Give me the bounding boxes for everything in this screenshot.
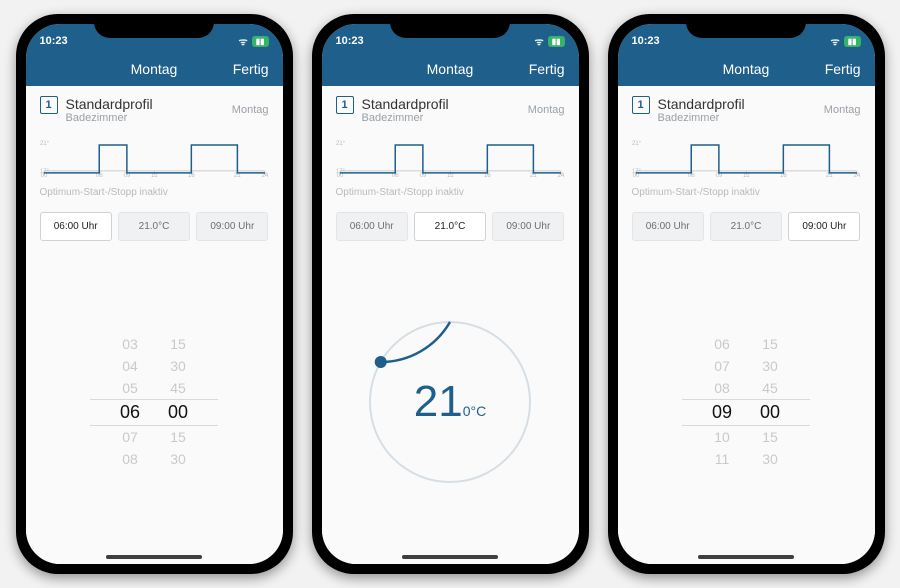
temperature-dial[interactable]: 210°C bbox=[365, 317, 535, 487]
time-wheel-picker[interactable]: 060708091011 153045001530 bbox=[712, 336, 780, 467]
schedule-chart: 21° 17° 00060912162124 bbox=[336, 130, 565, 178]
notch bbox=[94, 14, 214, 38]
segment-tab-1[interactable]: 21.0°C bbox=[414, 212, 486, 241]
svg-text:12: 12 bbox=[743, 173, 750, 178]
segment-tab-0[interactable]: 06:00 Uhr bbox=[336, 212, 408, 241]
profile-title: Standardprofil bbox=[362, 96, 520, 112]
wifi-icon: ᯤ bbox=[239, 34, 248, 48]
segment-tab-2[interactable]: 09:00 Uhr bbox=[492, 212, 564, 241]
profile-title: Standardprofil bbox=[66, 96, 224, 112]
svg-text:21: 21 bbox=[234, 173, 241, 178]
svg-text:16: 16 bbox=[780, 173, 787, 178]
nav-bar: Montag Fertig bbox=[618, 52, 875, 86]
profile-number-badge: 1 bbox=[632, 96, 650, 114]
nav-title: Montag bbox=[427, 61, 474, 77]
time-wheel-picker[interactable]: 030405060708 153045001530 bbox=[120, 336, 188, 467]
schedule-chart: 21° 17° 00060912162124 bbox=[632, 130, 861, 178]
status-time: 10:23 bbox=[336, 35, 364, 47]
svg-text:00: 00 bbox=[40, 173, 47, 178]
wheel-minutes[interactable]: 153045001530 bbox=[760, 336, 780, 467]
profile-header: 1 Standardprofil Badezimmer Montag bbox=[618, 86, 875, 126]
svg-text:16: 16 bbox=[484, 173, 491, 178]
segment-tab-2[interactable]: 09:00 Uhr bbox=[788, 212, 860, 241]
svg-text:09: 09 bbox=[715, 173, 722, 178]
home-indicator[interactable] bbox=[402, 555, 498, 559]
wheel-hours[interactable]: 030405060708 bbox=[120, 336, 140, 467]
optimum-status: Optimum-Start-/Stopp inaktiv bbox=[26, 185, 283, 206]
nav-title: Montag bbox=[131, 61, 178, 77]
phone-frame-1: 10:23 ᯤ ▮▮ Montag Fertig 1 Standardprofi bbox=[312, 14, 589, 574]
profile-day: Montag bbox=[824, 104, 861, 116]
svg-text:06: 06 bbox=[95, 173, 102, 178]
segment-tabs: 06:00 Uhr21.0°C09:00 Uhr bbox=[26, 206, 283, 249]
svg-text:09: 09 bbox=[123, 173, 130, 178]
optimum-status: Optimum-Start-/Stopp inaktiv bbox=[618, 185, 875, 206]
segment-tabs: 06:00 Uhr21.0°C09:00 Uhr bbox=[618, 206, 875, 249]
profile-number-badge: 1 bbox=[336, 96, 354, 114]
segment-tab-0[interactable]: 06:00 Uhr bbox=[632, 212, 704, 241]
svg-text:24: 24 bbox=[853, 173, 860, 178]
svg-text:06: 06 bbox=[687, 173, 694, 178]
phone-frame-0: 10:23 ᯤ ▮▮ Montag Fertig 1 Standardprofi bbox=[16, 14, 293, 574]
schedule-chart: 21° 17° 00060912162124 bbox=[40, 130, 269, 178]
wifi-icon: ᯤ bbox=[535, 34, 544, 48]
profile-day: Montag bbox=[232, 104, 269, 116]
segment-tab-1[interactable]: 21.0°C bbox=[710, 212, 782, 241]
nav-title: Montag bbox=[723, 61, 770, 77]
svg-text:09: 09 bbox=[419, 173, 426, 178]
segment-tab-1[interactable]: 21.0°C bbox=[118, 212, 190, 241]
status-time: 10:23 bbox=[40, 35, 68, 47]
wheel-hours[interactable]: 060708091011 bbox=[712, 336, 732, 467]
profile-room: Badezimmer bbox=[658, 112, 816, 124]
nav-done-button[interactable]: Fertig bbox=[810, 61, 860, 77]
battery-icon: ▮▮ bbox=[252, 36, 269, 47]
svg-text:21°: 21° bbox=[336, 141, 346, 147]
nav-done-button[interactable]: Fertig bbox=[218, 61, 268, 77]
segment-tab-0[interactable]: 06:00 Uhr bbox=[40, 212, 112, 241]
svg-text:00: 00 bbox=[336, 173, 343, 178]
svg-text:12: 12 bbox=[151, 173, 158, 178]
profile-title: Standardprofil bbox=[658, 96, 816, 112]
phone-frame-2: 10:23 ᯤ ▮▮ Montag Fertig 1 Standardprofi bbox=[608, 14, 885, 574]
profile-room: Badezimmer bbox=[66, 112, 224, 124]
segment-tab-2[interactable]: 09:00 Uhr bbox=[196, 212, 268, 241]
segment-tabs: 06:00 Uhr21.0°C09:00 Uhr bbox=[322, 206, 579, 249]
wheel-minutes[interactable]: 153045001530 bbox=[168, 336, 188, 467]
wifi-icon: ᯤ bbox=[831, 34, 840, 48]
profile-room: Badezimmer bbox=[362, 112, 520, 124]
nav-bar: Montag Fertig bbox=[322, 52, 579, 86]
notch bbox=[390, 14, 510, 38]
svg-text:00: 00 bbox=[632, 173, 639, 178]
optimum-status: Optimum-Start-/Stopp inaktiv bbox=[322, 185, 579, 206]
nav-bar: Montag Fertig bbox=[26, 52, 283, 86]
profile-header: 1 Standardprofil Badezimmer Montag bbox=[322, 86, 579, 126]
home-indicator[interactable] bbox=[106, 555, 202, 559]
battery-icon: ▮▮ bbox=[548, 36, 565, 47]
notch bbox=[686, 14, 806, 38]
home-indicator[interactable] bbox=[698, 555, 794, 559]
svg-text:12: 12 bbox=[447, 173, 454, 178]
status-time: 10:23 bbox=[632, 35, 660, 47]
profile-header: 1 Standardprofil Badezimmer Montag bbox=[26, 86, 283, 126]
svg-text:06: 06 bbox=[391, 173, 398, 178]
profile-number-badge: 1 bbox=[40, 96, 58, 114]
svg-text:21°: 21° bbox=[40, 141, 50, 147]
battery-icon: ▮▮ bbox=[844, 36, 861, 47]
svg-text:21: 21 bbox=[826, 173, 833, 178]
svg-text:21°: 21° bbox=[632, 141, 642, 147]
svg-text:21: 21 bbox=[530, 173, 537, 178]
svg-text:16: 16 bbox=[188, 173, 195, 178]
svg-text:24: 24 bbox=[261, 173, 268, 178]
profile-day: Montag bbox=[528, 104, 565, 116]
svg-text:24: 24 bbox=[557, 173, 564, 178]
nav-done-button[interactable]: Fertig bbox=[514, 61, 564, 77]
dial-handle[interactable] bbox=[375, 356, 387, 368]
